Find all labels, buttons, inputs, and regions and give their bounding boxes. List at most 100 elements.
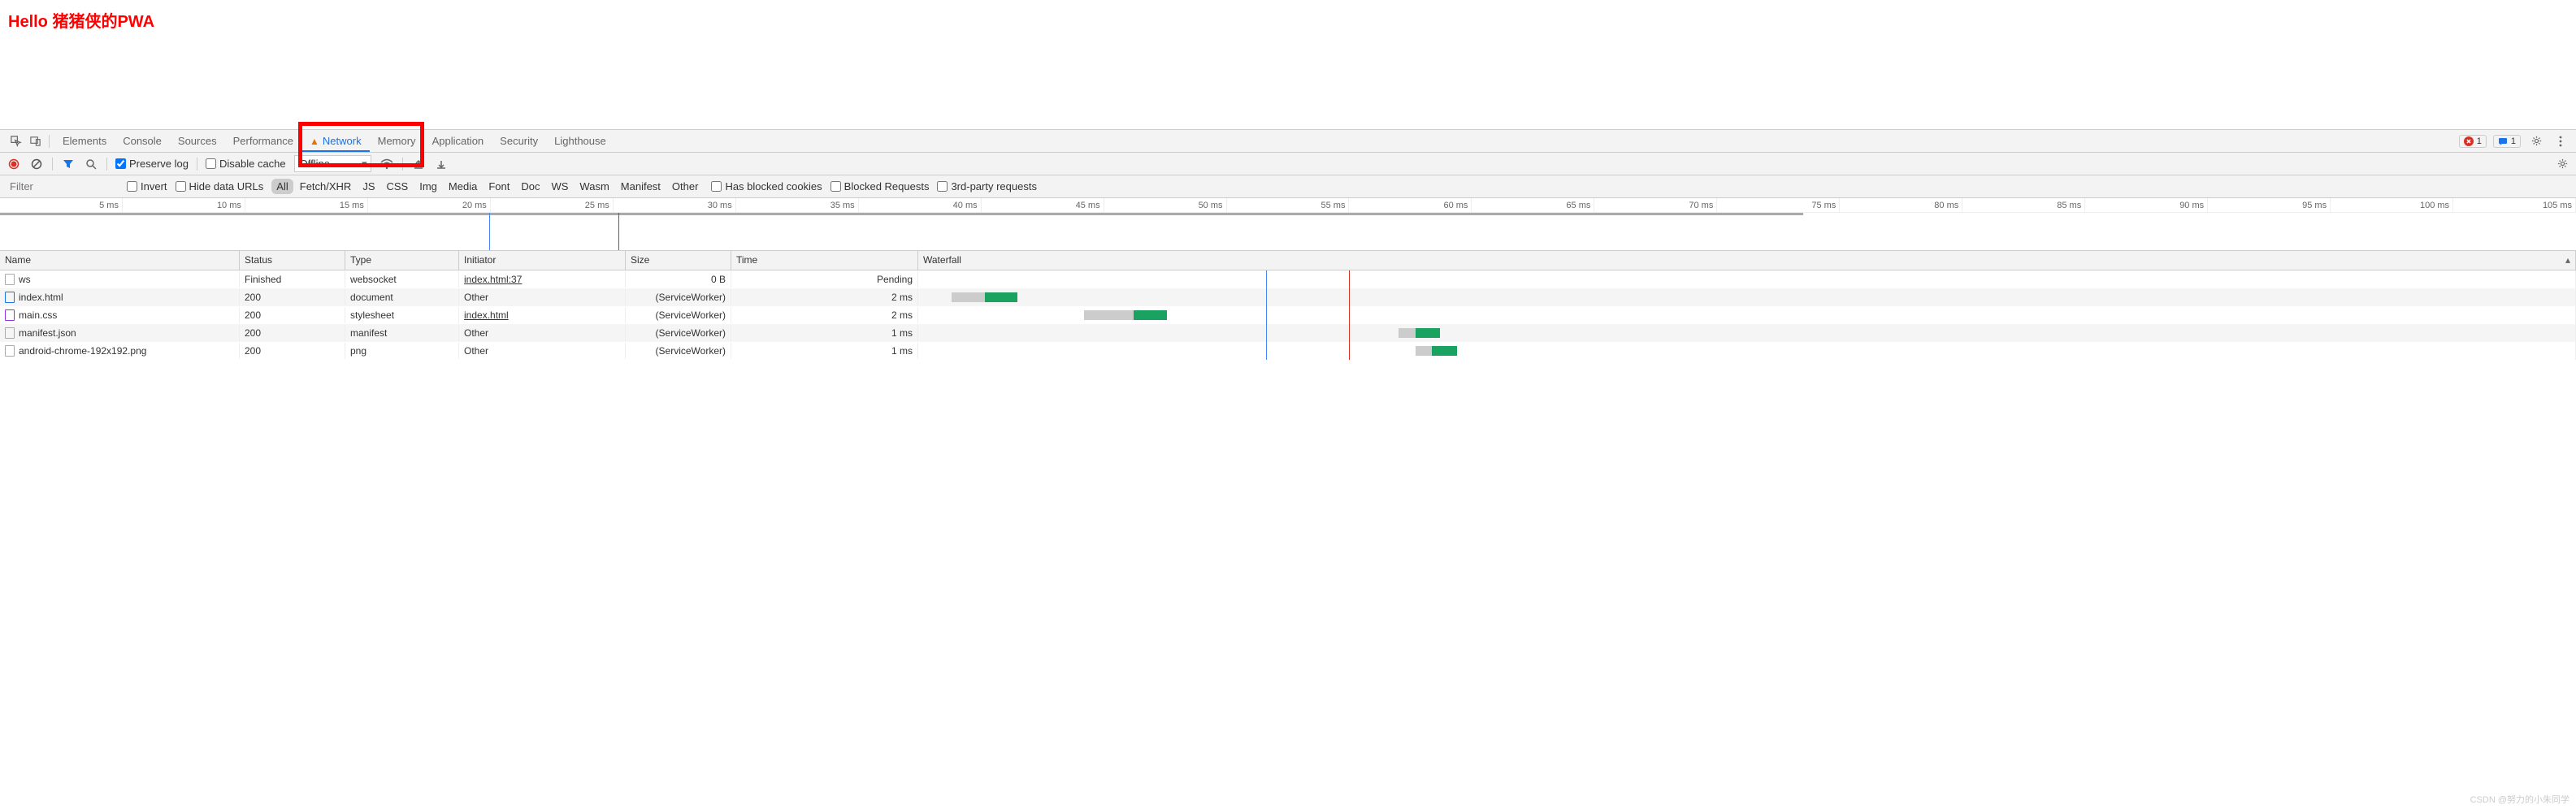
tab-label: Console	[123, 135, 162, 147]
throttle-value: Offline	[300, 158, 330, 170]
hide-data-urls-checkbox[interactable]: Hide data URLs	[176, 180, 264, 193]
import-har-icon[interactable]	[411, 157, 426, 171]
type-filter-wasm[interactable]: Wasm	[575, 179, 614, 194]
hide-data-urls-label: Hide data URLs	[189, 180, 264, 193]
tab-memory[interactable]: Memory	[370, 130, 424, 152]
type-filter-media[interactable]: Media	[444, 179, 482, 194]
type-filter-other[interactable]: Other	[667, 179, 704, 194]
search-icon[interactable]	[84, 157, 98, 171]
clear-button[interactable]	[29, 157, 44, 171]
errors-badge[interactable]: 1	[2459, 135, 2487, 148]
col-status[interactable]: Status	[240, 251, 345, 270]
type-filter-doc[interactable]: Doc	[516, 179, 544, 194]
timeline-overview[interactable]: 5 ms10 ms15 ms20 ms25 ms30 ms35 ms40 ms4…	[0, 198, 2576, 251]
col-name[interactable]: Name	[0, 251, 240, 270]
col-time[interactable]: Time	[731, 251, 918, 270]
load-line	[1349, 306, 1350, 324]
tab-sources[interactable]: Sources	[170, 130, 225, 152]
request-waterfall	[918, 288, 2576, 306]
request-type: manifest	[345, 325, 459, 341]
load-line	[1349, 270, 1350, 288]
col-type[interactable]: Type	[345, 251, 459, 270]
timeline-area	[0, 213, 2576, 250]
type-filter-all[interactable]: All	[271, 179, 293, 194]
preserve-log-input[interactable]	[115, 158, 126, 169]
request-waterfall	[918, 324, 2576, 342]
tab-label: Security	[500, 135, 538, 147]
type-filter-ws[interactable]: WS	[546, 179, 573, 194]
invert-checkbox[interactable]: Invert	[127, 180, 167, 193]
table-row[interactable]: index.html200documentOther(ServiceWorker…	[0, 288, 2576, 306]
invert-input[interactable]	[127, 181, 137, 192]
timeline-tick: 55 ms	[1227, 198, 1350, 212]
domcontentloaded-line	[1266, 306, 1267, 324]
record-button[interactable]	[7, 157, 21, 171]
tab-network[interactable]: ▲Network	[301, 130, 370, 152]
toolbar-right	[2555, 157, 2569, 171]
throttle-select[interactable]: Offline ▾	[294, 155, 371, 172]
disable-cache-label: Disable cache	[219, 158, 286, 170]
has-blocked-cookies-checkbox[interactable]: Has blocked cookies	[711, 180, 822, 193]
request-time: 2 ms	[731, 307, 918, 323]
third-party-checkbox[interactable]: 3rd-party requests	[937, 180, 1037, 193]
request-initiator[interactable]: index.html	[464, 309, 509, 321]
tab-label: Application	[432, 135, 484, 147]
network-conditions-icon[interactable]	[379, 157, 394, 171]
timeline-tick: 70 ms	[1594, 198, 1717, 212]
type-filter-font[interactable]: Font	[484, 179, 514, 194]
waterfall-wait-bar	[952, 292, 985, 302]
timeline-ruler: 5 ms10 ms15 ms20 ms25 ms30 ms35 ms40 ms4…	[0, 198, 2576, 213]
disable-cache-checkbox[interactable]: Disable cache	[206, 158, 286, 170]
warning-icon: ▲	[310, 136, 319, 147]
export-har-icon[interactable]	[434, 157, 449, 171]
request-name: main.css	[19, 309, 57, 321]
timeline-tick: 30 ms	[614, 198, 736, 212]
hide-data-urls-input[interactable]	[176, 181, 186, 192]
tab-console[interactable]: Console	[115, 130, 170, 152]
inspect-icon[interactable]	[7, 132, 24, 150]
request-size: (ServiceWorker)	[626, 325, 731, 341]
file-icon	[5, 309, 15, 321]
tab-security[interactable]: Security	[492, 130, 546, 152]
col-waterfall[interactable]: Waterfall▴	[918, 251, 2576, 270]
load-line	[1349, 288, 1350, 306]
timeline-tick: 15 ms	[245, 198, 368, 212]
request-waterfall	[918, 306, 2576, 324]
chevron-down-icon: ▾	[362, 158, 367, 171]
third-party-input[interactable]	[937, 181, 948, 192]
type-filter-js[interactable]: JS	[358, 179, 379, 194]
col-initiator[interactable]: Initiator	[459, 251, 626, 270]
tab-elements[interactable]: Elements	[54, 130, 115, 152]
more-menu-icon[interactable]	[2552, 132, 2569, 150]
tab-lighthouse[interactable]: Lighthouse	[546, 130, 614, 152]
timeline-tick: 20 ms	[368, 198, 491, 212]
filter-toggle-icon[interactable]	[61, 157, 76, 171]
request-initiator[interactable]: index.html:37	[464, 274, 522, 285]
col-size[interactable]: Size	[626, 251, 731, 270]
separator	[52, 158, 53, 171]
type-filter-manifest[interactable]: Manifest	[616, 179, 666, 194]
disable-cache-input[interactable]	[206, 158, 216, 169]
type-filter-img[interactable]: Img	[414, 179, 442, 194]
type-filter-fetch-xhr[interactable]: Fetch/XHR	[295, 179, 357, 194]
has-blocked-input[interactable]	[711, 181, 722, 192]
table-row[interactable]: wsFinishedwebsocketindex.html:370 BPendi…	[0, 270, 2576, 288]
messages-badge[interactable]: 1	[2493, 135, 2521, 148]
tab-application[interactable]: Application	[424, 130, 492, 152]
panel-settings-gear-icon[interactable]	[2555, 157, 2569, 171]
settings-gear-icon[interactable]	[2527, 132, 2545, 150]
waterfall-download-bar	[985, 292, 1018, 302]
timeline-tick: 100 ms	[2331, 198, 2453, 212]
tab-label: Memory	[378, 135, 416, 147]
table-row[interactable]: main.css200stylesheetindex.html(ServiceW…	[0, 306, 2576, 324]
blocked-req-input[interactable]	[830, 181, 841, 192]
tab-performance[interactable]: Performance	[225, 130, 301, 152]
table-row[interactable]: manifest.json200manifestOther(ServiceWor…	[0, 324, 2576, 342]
device-toggle-icon[interactable]	[26, 132, 44, 150]
blocked-requests-checkbox[interactable]: Blocked Requests	[830, 180, 930, 193]
filter-input[interactable]	[5, 178, 119, 195]
table-row[interactable]: android-chrome-192x192.png200pngOther(Se…	[0, 342, 2576, 360]
requests-table-header: Name Status Type Initiator Size Time Wat…	[0, 251, 2576, 270]
type-filter-css[interactable]: CSS	[382, 179, 414, 194]
preserve-log-checkbox[interactable]: Preserve log	[115, 158, 189, 170]
